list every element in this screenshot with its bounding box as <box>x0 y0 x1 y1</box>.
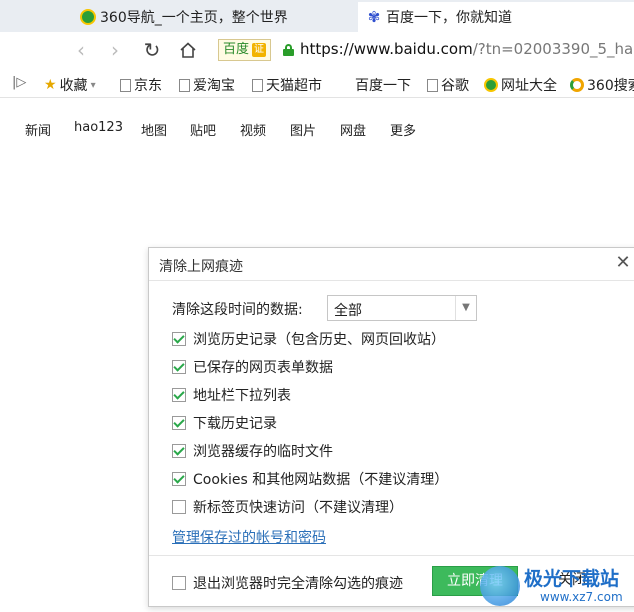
lock-icon[interactable] <box>283 44 294 56</box>
reload-icon: ↻ <box>143 38 161 62</box>
watermark-logo-icon <box>480 566 520 606</box>
nav-link-news[interactable]: 新闻 <box>25 120 51 139</box>
page-icon <box>120 78 131 92</box>
option-new-tab-quick-access[interactable]: 新标签页快速访问（不建议清理） <box>172 497 403 517</box>
option-clear-on-exit[interactable]: 退出浏览器时完全清除勾选的痕迹 <box>172 573 403 593</box>
chevron-right-icon: › <box>111 38 119 62</box>
option-label: Cookies 和其他网站数据（不建议清理） <box>193 472 449 488</box>
option-label: 浏览历史记录（包含历史、网页回收站） <box>193 332 445 348</box>
chevron-left-icon: ‹ <box>77 38 85 62</box>
time-range-select[interactable]: 全部 ▼ <box>327 295 477 321</box>
dialog-close-button[interactable]: ✕ <box>613 253 633 273</box>
time-range-label: 清除这段时间的数据: <box>172 302 303 318</box>
browser-window: 360导航_一个主页，整个世界 ✾ 百度一下，你就知道 ‹ › ↻ 百度 证 h… <box>0 0 634 612</box>
baidu-top-nav: 新闻 hao123 地图 贴吧 视频 图片 网盘 更多 <box>0 120 634 140</box>
option-label: 下载历史记录 <box>193 416 277 432</box>
tab-360-nav[interactable]: 360导航_一个主页，整个世界 <box>74 2 358 32</box>
certificate-icon: 证 <box>252 43 267 57</box>
url-rest: /?tn=02003390_5_hao_ <box>472 40 634 58</box>
bookmark-label: 京东 <box>134 78 162 94</box>
sidebar-toggle-button[interactable]: |▷ <box>12 75 26 90</box>
bookmark-label: 360搜索 <box>587 78 634 94</box>
page-icon <box>252 78 263 92</box>
bookmark-label: 天猫超市 <box>266 78 322 94</box>
tab-strip: 360导航_一个主页，整个世界 ✾ 百度一下，你就知道 <box>0 0 634 32</box>
nav-link-video[interactable]: 视频 <box>240 120 266 139</box>
checkbox[interactable] <box>172 388 186 402</box>
bookmark-label: 爱淘宝 <box>193 78 235 94</box>
checkbox[interactable] <box>172 332 186 346</box>
option-download-history[interactable]: 下载历史记录 <box>172 413 277 433</box>
badge-label: 百度 <box>223 42 250 57</box>
page-icon <box>427 78 438 92</box>
checkbox[interactable] <box>172 444 186 458</box>
tab-baidu[interactable]: ✾ 百度一下，你就知道 <box>358 2 634 32</box>
divider <box>149 555 634 556</box>
option-label: 已保存的网页表单数据 <box>193 360 333 376</box>
360-search-icon <box>570 78 584 92</box>
bookmark-label: 谷歌 <box>441 78 469 94</box>
url-input[interactable]: https://www.baidu.com/?tn=02003390_5_hao… <box>300 40 634 58</box>
tab-label: 百度一下，你就知道 <box>386 10 512 26</box>
site-watermark: 极光下载站 www.xz7.com <box>480 560 634 612</box>
option-cache-files[interactable]: 浏览器缓存的临时文件 <box>172 441 333 461</box>
bookmarks-bar: |▷ ★ 收藏 ▾ 京东 爱淘宝 天猫超市 百度一下 谷歌 网址大全 360搜 <box>0 70 634 98</box>
bookmark-item[interactable]: 360搜索 <box>570 75 634 95</box>
checkbox[interactable] <box>172 360 186 374</box>
clear-history-dialog: 清除上网痕迹 ✕ 清除这段时间的数据: 全部 ▼ 浏览历史记录（包含历史、网页回… <box>148 247 634 607</box>
360-icon <box>484 78 498 92</box>
nav-link-tieba[interactable]: 贴吧 <box>190 120 216 139</box>
reload-button[interactable]: ↻ <box>139 37 165 63</box>
favorites-label: 收藏 <box>59 78 88 94</box>
checkbox[interactable] <box>172 500 186 514</box>
nav-link-map[interactable]: 地图 <box>141 120 167 139</box>
option-browsing-history[interactable]: 浏览历史记录（包含历史、网页回收站） <box>172 329 445 349</box>
bookmark-item[interactable]: 京东 <box>120 75 162 95</box>
option-cookies[interactable]: Cookies 和其他网站数据（不建议清理） <box>172 469 448 489</box>
bookmark-item[interactable]: 谷歌 <box>427 75 469 95</box>
manage-passwords-link[interactable]: 管理保存过的帐号和密码 <box>172 527 326 547</box>
option-label: 地址栏下拉列表 <box>193 388 291 404</box>
nav-link-images[interactable]: 图片 <box>290 120 316 139</box>
forward-button[interactable]: › <box>102 37 128 63</box>
nav-link-hao123[interactable]: hao123 <box>74 120 123 135</box>
watermark-url: www.xz7.com <box>540 590 623 604</box>
bookmark-item[interactable]: 网址大全 <box>484 75 557 95</box>
bookmark-label: 网址大全 <box>501 78 557 94</box>
site-verified-badge[interactable]: 百度 证 <box>218 39 272 61</box>
checkbox[interactable] <box>172 576 186 590</box>
star-icon: ★ <box>44 77 57 93</box>
option-label: 浏览器缓存的临时文件 <box>193 444 333 460</box>
checkbox[interactable] <box>172 472 186 486</box>
option-form-data[interactable]: 已保存的网页表单数据 <box>172 357 333 377</box>
bookmark-item[interactable]: 百度一下 <box>355 75 411 95</box>
home-icon <box>180 42 196 58</box>
favorites-menu[interactable]: ★ 收藏 ▾ <box>44 75 96 95</box>
dialog-title: 清除上网痕迹 <box>159 259 243 275</box>
360-icon <box>80 9 96 25</box>
chevron-down-icon: ▼ <box>455 296 476 320</box>
option-label: 退出浏览器时完全清除勾选的痕迹 <box>193 576 403 592</box>
baidu-paw-icon: ✾ <box>367 8 381 26</box>
nav-link-netdisk[interactable]: 网盘 <box>340 120 366 139</box>
bookmark-item[interactable]: 爱淘宝 <box>179 75 235 95</box>
sidebar-toggle-icon: |▷ <box>12 75 27 90</box>
url-main: https://www.baidu.com <box>300 40 473 58</box>
watermark-title: 极光下载站 <box>524 568 620 590</box>
page-icon <box>179 78 190 92</box>
tab-label: 360导航_一个主页，整个世界 <box>100 10 288 26</box>
home-button[interactable] <box>175 37 201 63</box>
bookmark-item[interactable]: 天猫超市 <box>252 75 322 95</box>
bookmark-label: 百度一下 <box>355 78 411 94</box>
back-button[interactable]: ‹ <box>68 37 94 63</box>
option-address-dropdown[interactable]: 地址栏下拉列表 <box>172 385 291 405</box>
time-range-value: 全部 <box>334 303 362 319</box>
divider <box>149 280 634 281</box>
chevron-down-icon: ▾ <box>90 79 96 91</box>
option-label: 新标签页快速访问（不建议清理） <box>193 500 403 516</box>
checkbox[interactable] <box>172 416 186 430</box>
close-icon: ✕ <box>615 252 631 273</box>
nav-link-more[interactable]: 更多 <box>390 120 416 139</box>
